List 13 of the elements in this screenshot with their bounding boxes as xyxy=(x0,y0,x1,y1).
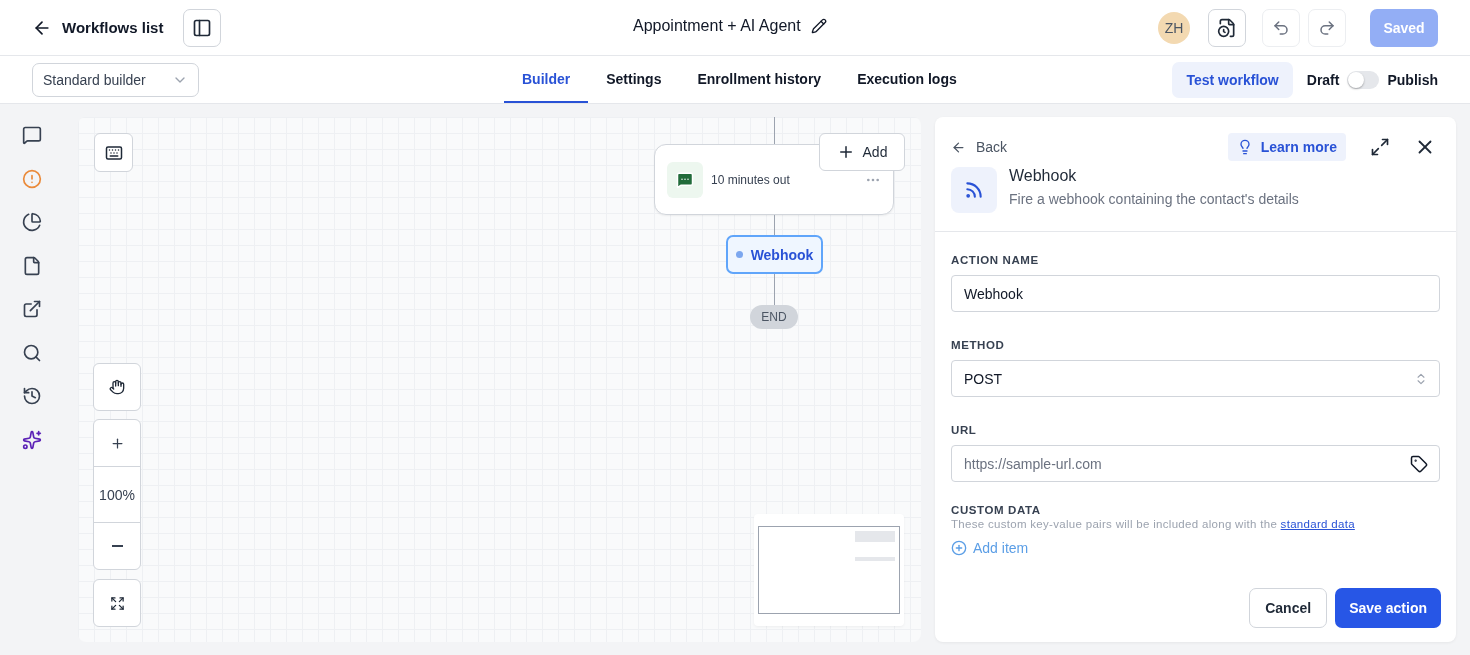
field-label: CUSTOM DATA xyxy=(951,504,1042,516)
panel-description: Fire a webhook containing the contact's details xyxy=(1009,191,1299,207)
publish-label: Publish xyxy=(1387,71,1438,88)
field-label: ACTION NAME xyxy=(951,254,1040,266)
workflow-title: Appointment + AI Agent xyxy=(633,17,801,35)
end-node: END xyxy=(750,305,798,329)
field-label: URL xyxy=(951,424,978,436)
help-text: These custom key-value pairs will be included along with the standard data xyxy=(951,518,1356,530)
zoom-level: 100% xyxy=(94,467,140,523)
panel-title: Webhook xyxy=(1009,167,1078,185)
field-label: METHOD xyxy=(951,339,1006,351)
node-label: 10 minutes out xyxy=(711,172,791,187)
draft-label: Draft xyxy=(1306,71,1340,88)
